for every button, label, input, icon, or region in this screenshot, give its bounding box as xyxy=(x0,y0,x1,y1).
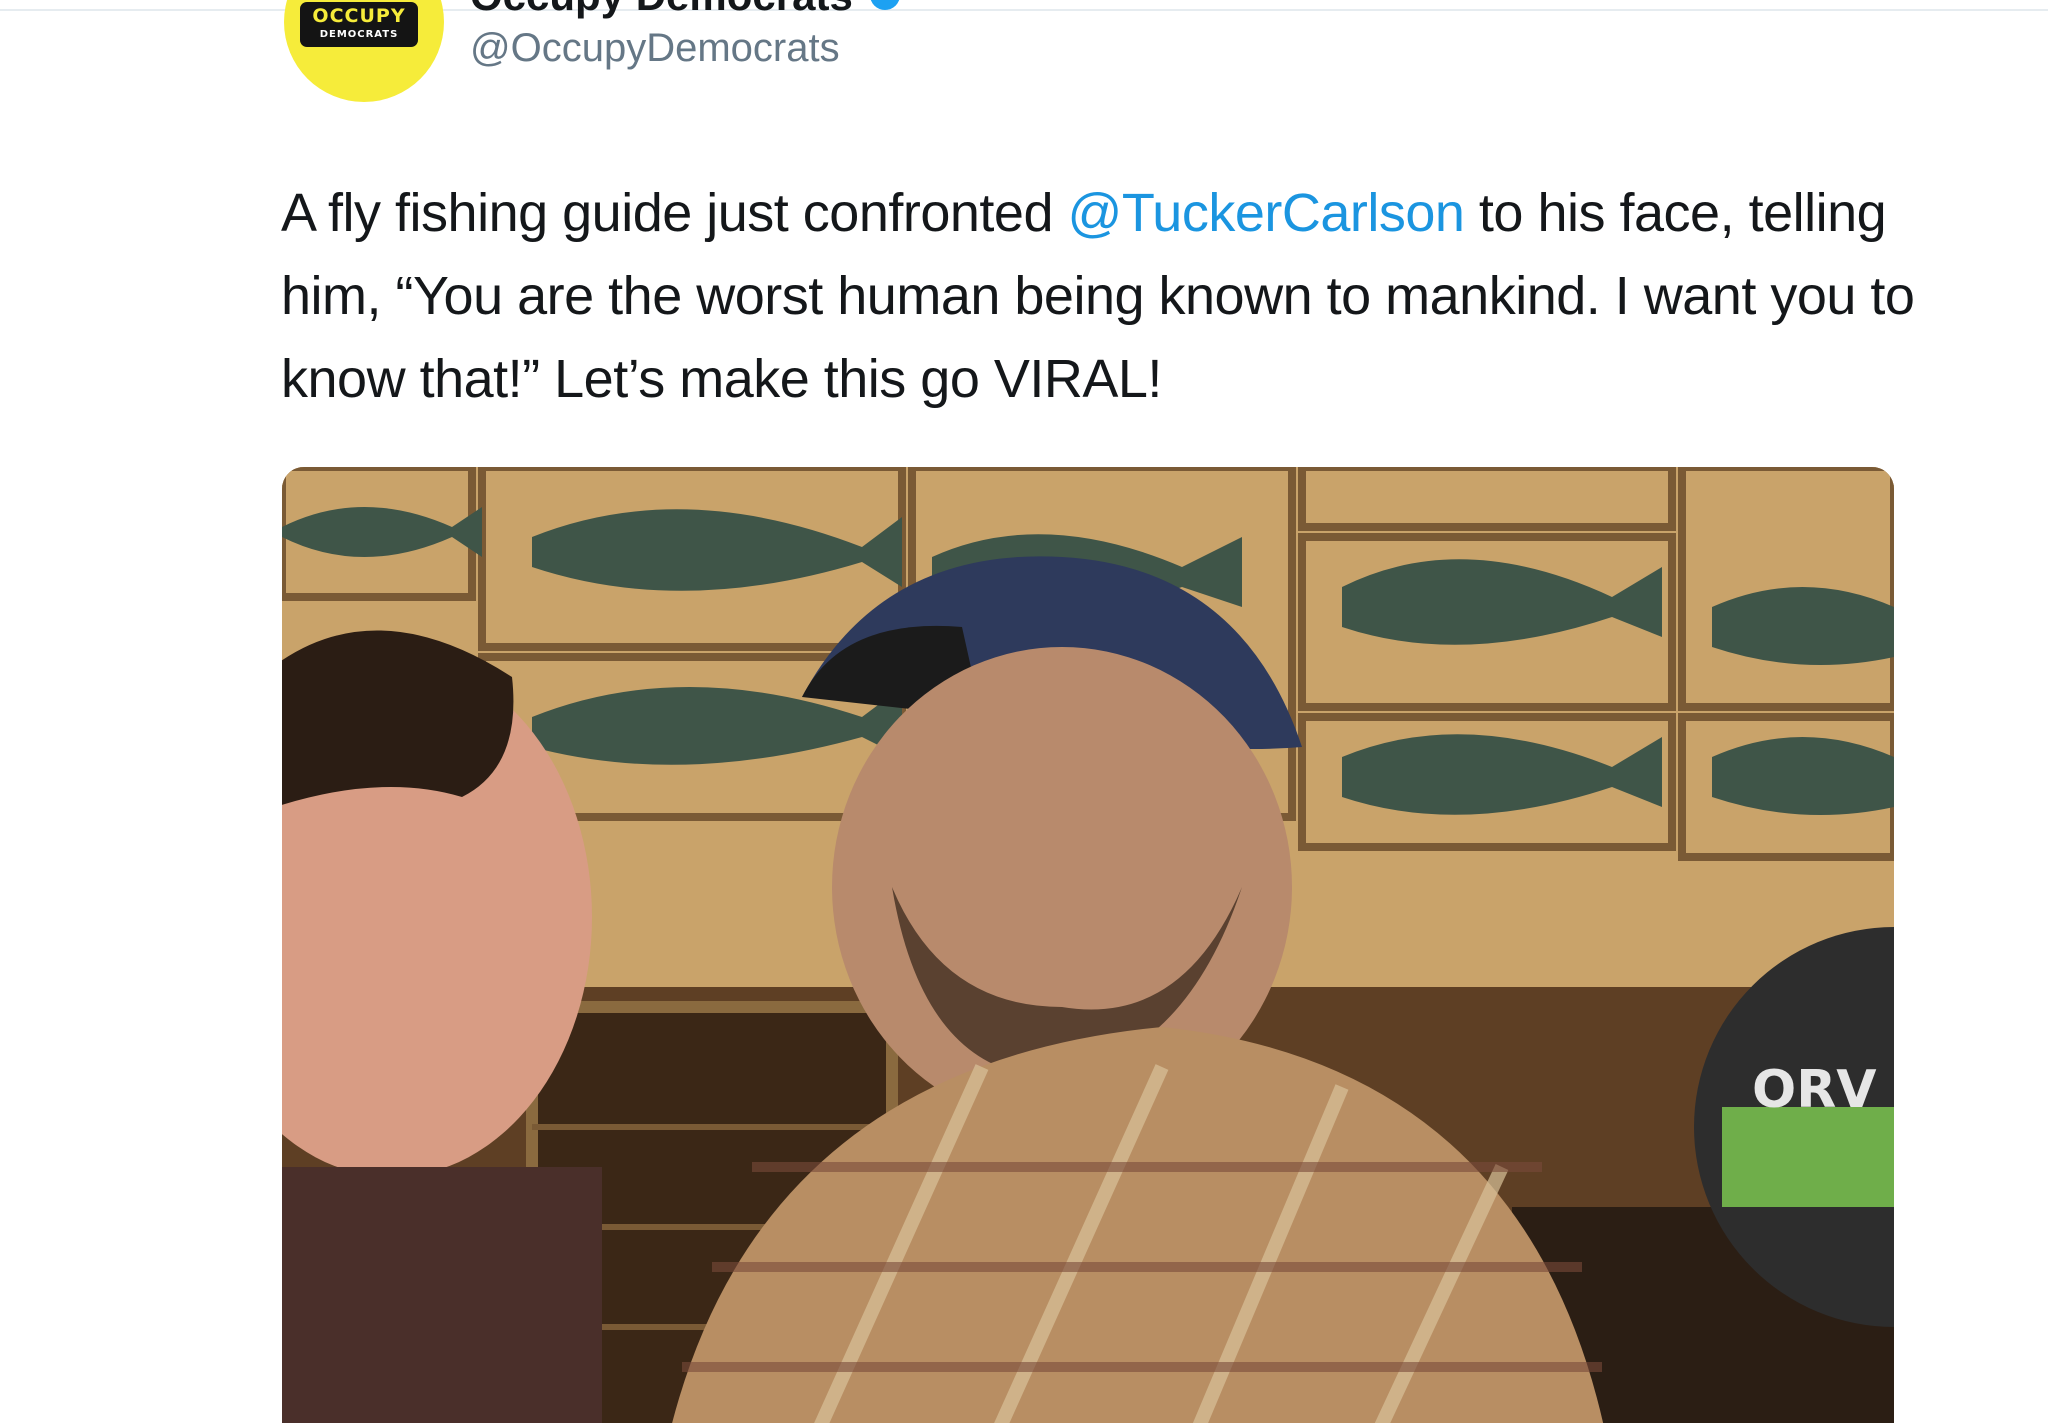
video-frame: ORV xyxy=(282,467,1894,1423)
occupy-democrats-logo: OCCUPY DEMOCRATS xyxy=(300,2,418,47)
mention-link[interactable]: @TuckerCarlson xyxy=(1068,183,1465,243)
tweet-text-before: A fly fishing guide just confronted xyxy=(281,183,1068,243)
logo-text-bottom: DEMOCRATS xyxy=(319,29,399,40)
user-handle[interactable]: @OccupyDemocrats xyxy=(470,26,840,71)
tweet-text: A fly fishing guide just confronted @Tuc… xyxy=(281,172,1931,421)
avatar[interactable]: OCCUPY DEMOCRATS xyxy=(284,0,444,102)
tweet-video[interactable]: ORV xyxy=(282,467,1894,1423)
sign-text: ORV xyxy=(1752,1060,1877,1120)
tweet-page: OCCUPY DEMOCRATS Occupy Democrats @Occup… xyxy=(0,0,2048,1423)
display-name[interactable]: Occupy Democrats xyxy=(470,0,853,20)
logo-text-top: OCCUPY xyxy=(312,5,406,27)
